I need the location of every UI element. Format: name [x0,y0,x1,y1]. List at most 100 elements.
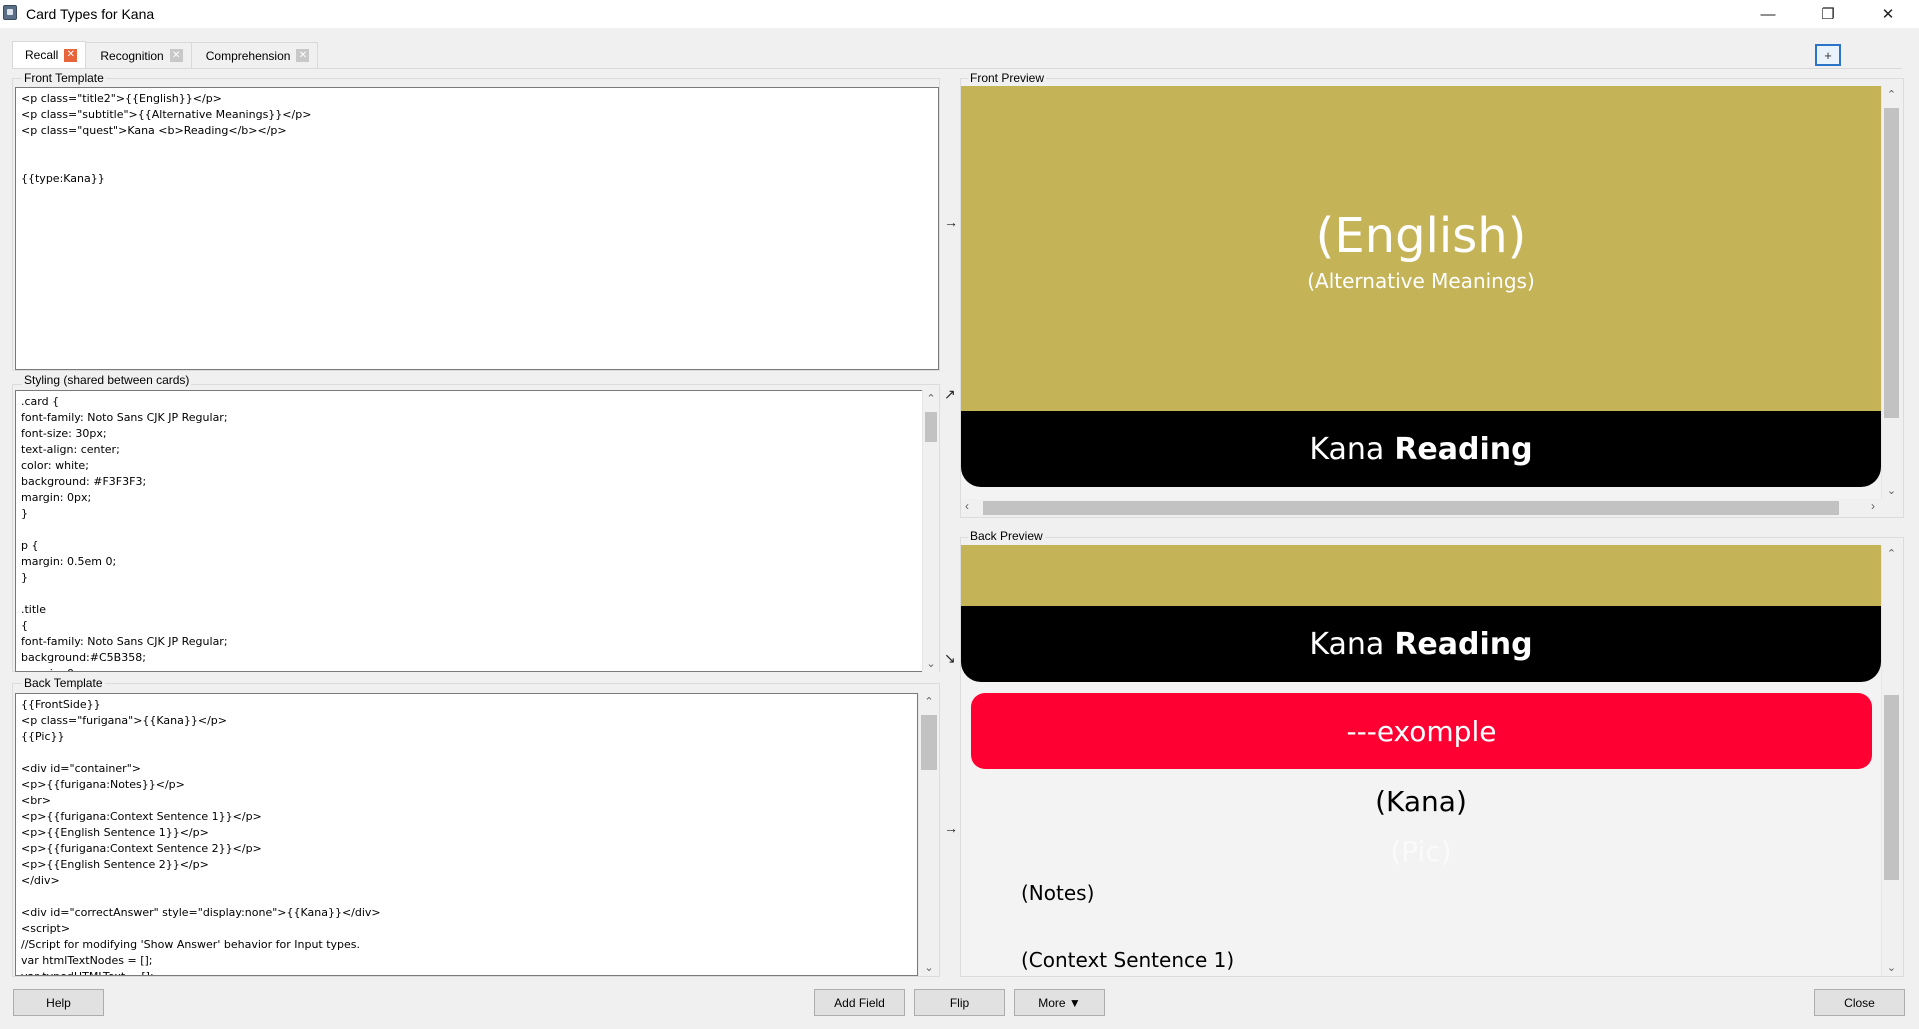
scroll-thumb[interactable] [983,501,1839,515]
back-template-label: Back Template [22,676,105,690]
close-icon[interactable]: ✕ [296,49,310,62]
styling-down-arrow-icon: ↘ [944,650,956,666]
quest-prefix: Kana [1309,431,1385,467]
close-icon[interactable]: ✕ [64,48,78,62]
code-line: margin: 0px; [21,491,92,504]
restore-button[interactable]: ❐ [1805,0,1851,28]
chevron-down-icon[interactable]: ⌄ [1882,959,1901,976]
scroll-thumb[interactable] [1884,695,1899,880]
code-line: background: #F3F3F3; [21,475,147,488]
back-title-area [961,545,1881,606]
back-preview-label: Back Preview [968,529,1045,543]
close-window-button[interactable]: ✕ [1865,0,1911,28]
styling-scrollbar[interactable]: ⌃ ⌄ [922,390,939,672]
code-line: </div> [21,874,60,887]
scroll-thumb[interactable] [1884,108,1899,418]
code-line: <div id="container"> [21,762,141,775]
front-template-editor[interactable]: <p class="title2">{{English}}</p> <p clas… [15,87,939,370]
chevron-down-icon[interactable]: ⌄ [919,959,939,976]
chevron-up-icon[interactable]: ⌃ [923,390,939,407]
code-line: {{Pic}} [21,730,65,743]
scroll-thumb[interactable] [925,412,937,442]
chevron-right-icon[interactable]: › [1871,499,1875,513]
tab-comprehension[interactable]: Comprehension ✕ [190,42,319,68]
code-line: } [21,571,28,584]
code-line: margin: 0px; [21,666,917,671]
front-preview-vscroll[interactable]: ⌃ ⌄ [1881,86,1901,499]
add-field-button[interactable]: Add Field [814,989,905,1016]
code-line: <p>{{furigana:Notes}}</p> [21,778,185,791]
code-line: <p>{{furigana:Context Sentence 1}}</p> [21,810,262,823]
code-line: <p>{{English Sentence 1}}</p> [21,826,209,839]
close-button[interactable]: Close [1814,989,1905,1016]
code-line: font-family: Noto Sans CJK JP Regular; [21,635,228,648]
back-preview-pane: Kana Reading ---exomple (Kana) (Pic) (Not… [961,545,1881,976]
front-preview-hscroll[interactable]: ‹ › [961,499,1881,517]
code-line: font-family: Noto Sans CJK JP Regular; [21,411,228,424]
code-line: <p class="title2">{{English}}</p> [21,92,222,105]
chevron-down-icon[interactable]: ⌄ [1882,482,1901,499]
quest-bold: Reading [1394,626,1533,662]
example-banner: ---exomple [971,693,1872,769]
minimize-button[interactable]: — [1745,0,1791,28]
tab-label: Recognition [100,48,164,63]
code-line: <div id="correctAnswer" style="display:n… [21,906,381,919]
code-line: { [21,619,28,632]
add-tab-button[interactable]: + [1815,44,1841,66]
chevron-up-icon[interactable]: ⌃ [1882,545,1901,562]
chevron-down-icon[interactable]: ⌄ [923,655,939,672]
code-line: {{FrontSide}} [21,698,101,711]
code-line: //Script for modifying 'Show Answer' beh… [21,938,361,951]
back-template-editor[interactable]: {{FrontSide}} <p class="furigana">{{Kana}… [15,693,918,976]
styling-editor[interactable]: .card { font-family: Noto Sans CJK JP Reg… [15,390,923,672]
back-preview-vscroll[interactable]: ⌃ ⌄ [1881,545,1901,976]
card-type-tabs: Recall ✕ Recognition ✕ Comprehension ✕ [12,41,319,68]
code-line: <p class="quest">Kana <b>Reading</b></p> [21,124,287,137]
quest-bold: Reading [1394,431,1533,467]
app-icon [3,5,17,20]
back-arrow-icon: → [944,820,958,836]
styling-label: Styling (shared between cards) [22,373,192,387]
code-line: <p>{{English Sentence 2}}</p> [21,858,209,871]
styling-up-arrow-icon: ↗ [944,386,956,402]
preview-context-sentence: (Context Sentence 1) [1021,948,1235,972]
back-quest-band: Kana Reading [961,606,1881,682]
more-button[interactable]: More ▼ [1014,989,1105,1016]
chevron-up-icon[interactable]: ⌃ [1882,86,1901,103]
code-line: <p class="furigana">{{Kana}}</p> [21,714,228,727]
back-template-scrollbar[interactable]: ⌃ ⌄ [918,693,939,976]
flip-button[interactable]: Flip [914,989,1005,1016]
preview-title: (English) [1315,208,1527,264]
code-line: p { [21,539,39,552]
front-preview-label: Front Preview [968,71,1047,85]
chevron-up-icon[interactable]: ⌃ [919,693,939,710]
preview-subtitle: (Alternative Meanings) [1307,269,1535,293]
code-line: .title [21,603,47,616]
title-bar: Card Types for Kana — ❐ ✕ [0,0,1919,28]
code-line: font-size: 30px; [21,427,107,440]
scroll-thumb[interactable] [921,715,937,770]
code-line: <p>{{furigana:Context Sentence 2}}</p> [21,842,262,855]
code-line: margin: 0.5em 0; [21,555,117,568]
chevron-left-icon[interactable]: ‹ [965,499,969,513]
preview-pic: (Pic) [1390,835,1452,868]
preview-kana: (Kana) [1375,785,1467,818]
code-line: .card { [21,395,60,408]
front-quest-band: Kana Reading [961,411,1881,487]
quest-prefix: Kana [1309,626,1385,662]
code-line: <p class="subtitle">{{Alternative Meanin… [21,108,312,121]
tab-recognition[interactable]: Recognition ✕ [85,42,192,68]
front-title-area: (English) (Alternative Meanings) [961,86,1881,411]
preview-notes: (Notes) [1021,881,1095,905]
tab-divider [12,68,1902,69]
front-arrow-icon: → [944,214,958,230]
close-icon[interactable]: ✕ [169,49,183,62]
code-line: {{type:Kana}} [21,172,105,185]
tab-recall[interactable]: Recall ✕ [12,41,87,68]
help-button[interactable]: Help [13,989,104,1016]
tab-label: Recall [25,48,59,62]
